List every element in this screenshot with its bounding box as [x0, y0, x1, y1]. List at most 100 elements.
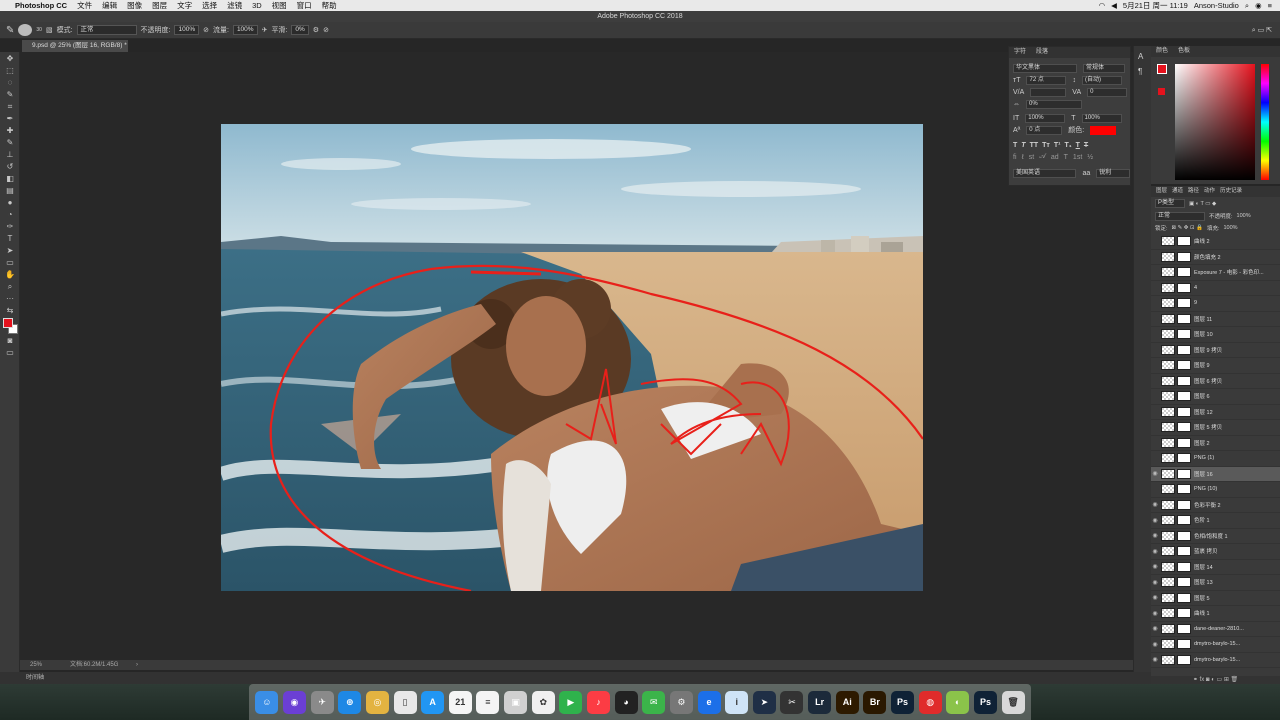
type-tool-icon[interactable]: T [3, 234, 17, 244]
launchpad-icon[interactable]: ✈ [310, 690, 334, 714]
menu-3d[interactable]: 3D [247, 1, 267, 10]
notes-icon[interactable]: ≡ [476, 690, 500, 714]
fractions-button[interactable]: ½ [1087, 154, 1093, 161]
siri-icon[interactable]: ◉ [1255, 1, 1262, 10]
psd-file-icon[interactable]: Ps [973, 690, 997, 714]
pressure-size-icon[interactable]: ⊘ [323, 26, 329, 34]
preview-icon[interactable]: ▯ [393, 690, 417, 714]
layer-row[interactable]: PNG (10) [1151, 482, 1280, 498]
layer-row[interactable]: ◉ 图层 14 [1151, 560, 1280, 575]
paragraph-panel-icon[interactable]: ¶ [1138, 67, 1147, 76]
visibility-eye-icon[interactable]: ◉ [1151, 548, 1159, 555]
move-tool-icon[interactable]: ✥ [3, 54, 17, 64]
marquee-tool-icon[interactable]: ⬚ [3, 66, 17, 76]
music-icon[interactable]: ♪ [587, 690, 610, 714]
antialias-select[interactable]: 锐利 [1096, 168, 1130, 178]
brush-preset-picker[interactable] [18, 24, 33, 36]
titling-button[interactable]: ad [1051, 154, 1059, 161]
warning-icon[interactable] [1158, 88, 1165, 95]
ordinal-button[interactable]: T [1064, 154, 1068, 161]
list-icon[interactable]: ≡ [1268, 1, 1272, 10]
text-color-swatch[interactable] [1090, 125, 1117, 135]
gradient-tool-icon[interactable]: ▤ [3, 186, 17, 196]
visibility-eye-icon[interactable]: ◉ [1151, 594, 1159, 601]
app-menu[interactable]: Photoshop CC [10, 1, 72, 10]
layer-row[interactable]: ◉ 色彩平衡 2 [1151, 498, 1280, 513]
pen-tool-icon[interactable]: ✑ [3, 222, 17, 232]
blend-mode-select[interactable]: 正常 [1155, 211, 1205, 221]
delete-layer-icon[interactable]: 🗑 [1231, 677, 1239, 683]
preview-photos-icon[interactable]: ▣ [504, 690, 528, 714]
group-icon[interactable]: ▭ [1216, 677, 1222, 683]
layer-row[interactable]: 9 [1151, 296, 1280, 312]
tsume-field[interactable]: 0% [1026, 99, 1082, 109]
flow-field[interactable]: 100% [232, 25, 258, 35]
safari-icon[interactable]: ⊕ [338, 690, 362, 714]
tab-swatches[interactable]: 色板 [1178, 46, 1190, 57]
vector-icon[interactable]: ➤ [752, 690, 776, 714]
all-caps-button[interactable]: TT [1030, 142, 1039, 149]
bridge-icon[interactable]: Br [863, 690, 887, 714]
hue-slider[interactable] [1261, 64, 1269, 180]
quick-mask-icon[interactable]: ◙ [3, 336, 17, 346]
layer-row[interactable]: 图层 9 [1151, 358, 1280, 374]
layer-row[interactable]: 图层 12 [1151, 405, 1280, 420]
timeline-tab[interactable]: 时间轴 [0, 672, 1151, 684]
menu-window[interactable]: 窗口 [292, 0, 317, 11]
visibility-eye-icon[interactable]: ◉ [1151, 610, 1159, 617]
tab-color[interactable]: 颜色 [1156, 46, 1168, 57]
tab-actions[interactable]: 动作 [1204, 186, 1215, 197]
zoom-level[interactable]: 25% [30, 660, 42, 670]
document-canvas[interactable] [221, 124, 923, 591]
subscript-button[interactable]: T₁ [1064, 142, 1071, 149]
clone-stamp-tool-icon[interactable]: ⊥ [3, 150, 17, 160]
menu-file[interactable]: 文件 [72, 0, 97, 11]
language-select[interactable]: 美国英语 [1013, 168, 1077, 178]
visibility-eye-icon[interactable]: ◉ [1151, 625, 1159, 632]
menu-select[interactable]: 选择 [197, 0, 222, 11]
dodge-tool-icon[interactable]: ◔ [3, 210, 17, 220]
mode-select[interactable]: 正常 [76, 25, 137, 35]
color-field[interactable] [1175, 64, 1255, 180]
fill-field[interactable]: 100% [1223, 225, 1237, 231]
workspace-icons[interactable]: ⌕ ▭ ⇱ [1252, 26, 1272, 35]
visibility-eye-icon[interactable]: ◉ [1151, 470, 1159, 477]
healing-tool-icon[interactable]: ✚ [3, 126, 17, 136]
shape-tool-icon[interactable]: ▭ [3, 258, 17, 268]
layer-row[interactable]: 曲线 2 [1151, 234, 1280, 250]
visibility-eye-icon[interactable]: ◉ [1151, 579, 1159, 586]
qq-browser-icon[interactable]: ◐ [946, 690, 970, 714]
opacity-field[interactable]: 100% [174, 25, 200, 35]
layer-row[interactable]: 图层 5 拷贝 [1151, 420, 1280, 436]
quick-select-tool-icon[interactable]: ✎ [3, 90, 17, 100]
tracking-field[interactable]: 0 [1087, 87, 1128, 97]
new-layer-icon[interactable]: ⊞ [1224, 677, 1229, 683]
document-size[interactable]: 文档:60.2M/1.45G [70, 660, 118, 670]
swash-button[interactable]: 𝒜 [1039, 153, 1046, 161]
menu-layer[interactable]: 图层 [147, 0, 172, 11]
faux-italic-button[interactable]: T [1021, 142, 1025, 149]
screen-mode-icon[interactable]: ▭ [3, 348, 17, 358]
airbrush-icon[interactable]: ✈ [262, 26, 268, 34]
lightroom-icon[interactable]: Lr [808, 690, 832, 714]
font-family-select[interactable]: 华文黑体 [1013, 63, 1077, 73]
ordinals-button[interactable]: 1st [1073, 154, 1082, 161]
search-icon[interactable]: ⌕ [1245, 1, 1249, 11]
brush-tool-icon[interactable]: ✎ [6, 25, 14, 36]
layer-row[interactable]: ◉ dane-deaner-2810... [1151, 622, 1280, 637]
alternate-button[interactable]: ℓ [1022, 154, 1024, 161]
browser-icon[interactable]: e [697, 690, 721, 714]
faux-bold-button[interactable]: T [1013, 142, 1017, 149]
pressure-opacity-icon[interactable]: ⊘ [203, 26, 209, 34]
visibility-eye-icon[interactable]: ◉ [1151, 501, 1159, 508]
leading-field[interactable]: (自动) [1081, 75, 1122, 85]
photos-icon[interactable]: ✿ [531, 690, 555, 714]
layer-row[interactable]: ◉ 图层 16 [1151, 466, 1280, 482]
layer-row[interactable]: PNG (1) [1151, 451, 1280, 467]
visibility-eye-icon[interactable]: ◉ [1151, 517, 1159, 524]
blur-tool-icon[interactable]: ● [3, 198, 17, 208]
layer-row[interactable]: ◉ 蓝裹 拷贝 [1151, 544, 1280, 560]
layer-filter-select[interactable]: P类型 [1155, 199, 1185, 208]
layer-row[interactable]: 图层 6 拷贝 [1151, 374, 1280, 389]
layer-row[interactable]: ◉ 色阶 1 [1151, 513, 1280, 529]
